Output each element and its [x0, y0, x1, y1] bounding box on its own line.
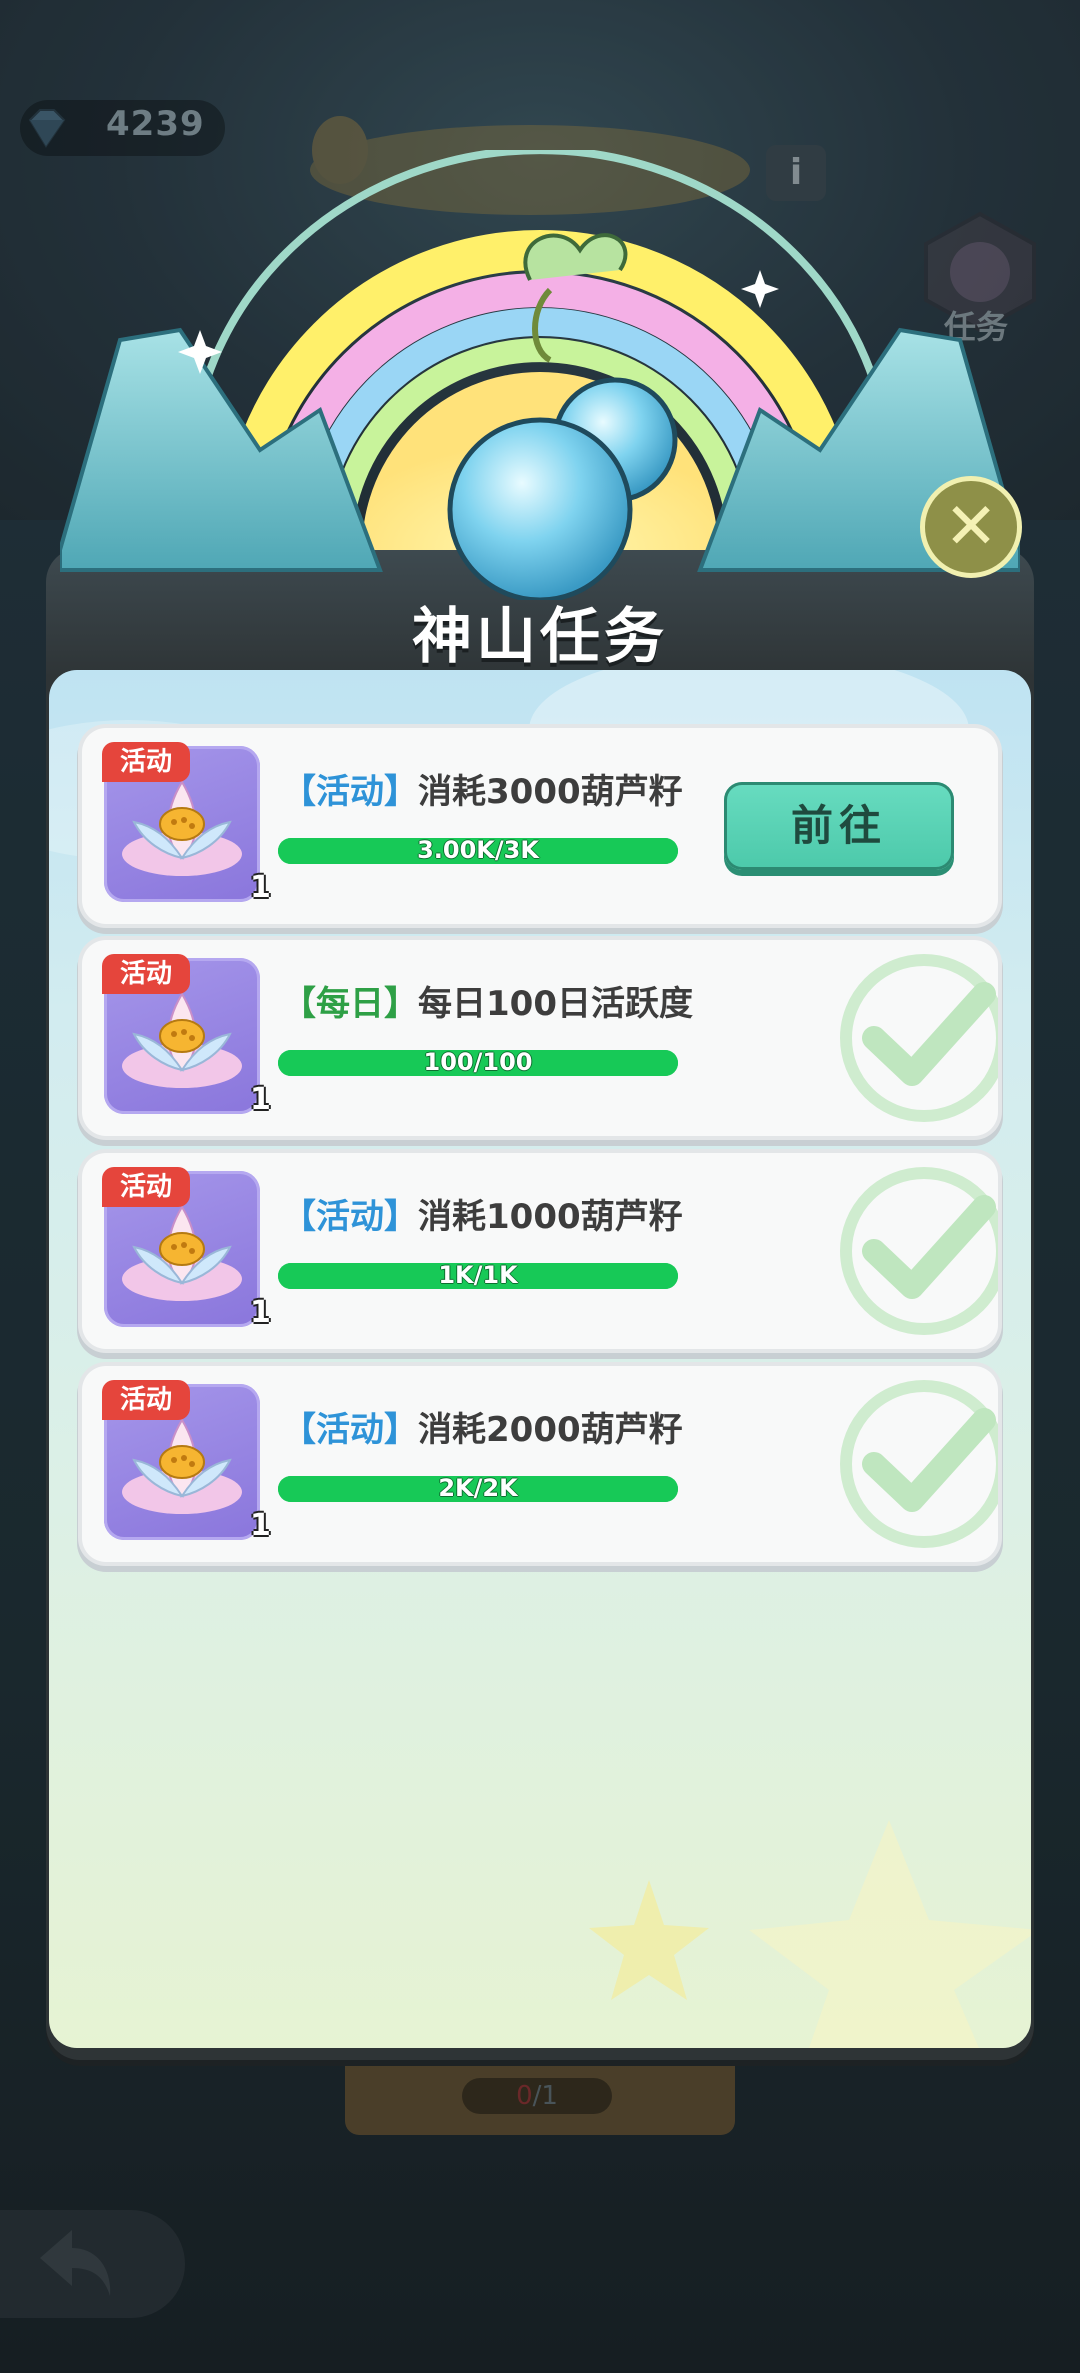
- completed-check-icon: [834, 1163, 998, 1339]
- completed-check-icon: [834, 950, 998, 1126]
- task-title: 【活动】消耗2000葫芦籽: [282, 1402, 683, 1451]
- close-icon: ✕: [944, 490, 998, 564]
- task-name: 消耗1000葫芦籽: [418, 1197, 683, 1237]
- modal-title: 神山任务: [412, 602, 668, 672]
- modal-hero-art: [60, 150, 1020, 600]
- task-name: 消耗2000葫芦籽: [418, 1410, 683, 1450]
- task-row: 1 活动 【每日】每日100日活跃度 100/100: [82, 940, 998, 1136]
- go-button[interactable]: 前往: [724, 782, 954, 870]
- task-title: 【活动】消耗1000葫芦籽: [282, 1189, 683, 1238]
- reward-qty: 1: [250, 1295, 271, 1330]
- task-category: 【活动】: [282, 1197, 418, 1237]
- progress-text: 2K/2K: [438, 1474, 518, 1502]
- event-tag: 活动: [102, 954, 190, 994]
- task-title: 【每日】每日100日活跃度: [282, 976, 693, 1025]
- task-name: 每日100日活跃度: [418, 984, 693, 1024]
- progress-text: 100/100: [423, 1048, 533, 1076]
- progress-text: 1K/1K: [438, 1261, 518, 1289]
- completed-check-icon: [834, 1376, 998, 1552]
- reward-qty: 1: [250, 1082, 271, 1117]
- task-title: 【活动】消耗3000葫芦籽: [282, 764, 683, 813]
- task-name: 消耗3000葫芦籽: [418, 772, 683, 812]
- close-button[interactable]: ✕: [920, 476, 1022, 578]
- task-row: 1 活动 【活动】消耗3000葫芦籽 3.00K/3K 前往: [82, 728, 998, 924]
- event-tag: 活动: [102, 1167, 190, 1207]
- reward-qty: 1: [250, 870, 271, 905]
- event-tag: 活动: [102, 1380, 190, 1420]
- task-row: 1 活动 【活动】消耗1000葫芦籽 1K/1K: [82, 1153, 998, 1349]
- task-category: 【活动】: [282, 772, 418, 812]
- task-row: 1 活动 【活动】消耗2000葫芦籽 2K/2K: [82, 1366, 998, 1562]
- event-tag: 活动: [102, 742, 190, 782]
- task-category: 【活动】: [282, 1410, 418, 1450]
- progress-text: 3.00K/3K: [417, 836, 539, 864]
- task-category: 【每日】: [282, 984, 418, 1024]
- reward-qty: 1: [250, 1508, 271, 1543]
